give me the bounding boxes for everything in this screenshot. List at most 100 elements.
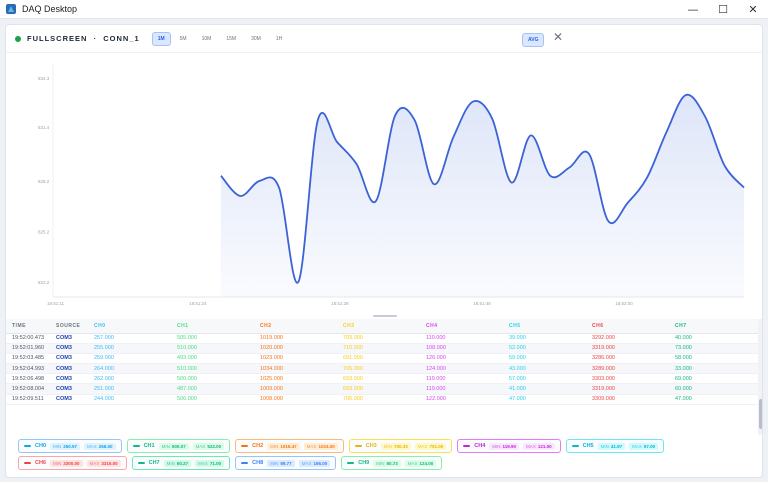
stat-value: 121.00 — [537, 443, 552, 449]
stat-value: 71.00 — [209, 460, 222, 466]
stat-key: MIN — [376, 460, 385, 466]
column-header-source[interactable]: SOURCE — [50, 319, 88, 334]
channel-chip-ch0[interactable]: CH0 MIN 250.97 MAX 266.00 — [18, 439, 122, 453]
table-cell: 3289.000 — [586, 363, 669, 375]
table-cell: 3303.000 — [586, 373, 669, 385]
title-bar: DAQ Desktop — ☐ ✕ — [0, 0, 768, 19]
channel-chip-ch9[interactable]: CH9 MIN 80.73 MAX 124.00 — [341, 456, 443, 470]
table-cell: 39.000 — [503, 333, 586, 344]
resize-handle[interactable] — [373, 315, 397, 317]
range-button-1m[interactable]: 1M — [151, 31, 171, 46]
maximize-button[interactable]: ☐ — [708, 0, 738, 19]
range-button-1h[interactable]: 1H — [270, 32, 288, 46]
channel-chip-ch2[interactable]: CH2 MIN 1016.47 MAX 1024.00 — [235, 439, 344, 453]
table-cell: 510.000 — [171, 363, 254, 375]
avg-toggle-button[interactable]: AVG — [522, 33, 545, 47]
stat-value: 250.97 — [63, 443, 78, 449]
table-cell: 251.000 — [88, 383, 171, 395]
table-cell: 510.000 — [171, 343, 254, 354]
table-row[interactable]: 19:52:08.004 COM3 251.000 487.000 1009.000 69… — [6, 383, 758, 395]
table-cell: 69.000 — [669, 373, 758, 385]
range-button-5m[interactable]: 5M — [174, 32, 193, 46]
column-header-ch4[interactable]: CH4 — [420, 319, 503, 334]
channel-min-badge: MIN 80.73 — [373, 459, 401, 467]
channel-chip-ch4[interactable]: CH4 MIN 119.90 MAX 121.00 — [457, 439, 561, 453]
stat-value: 41.97 — [610, 443, 623, 449]
channel-chip-ch7[interactable]: CH7 MIN 60.27 MAX 71.00 — [131, 456, 231, 470]
column-header-ch5[interactable]: CH5 — [503, 319, 586, 334]
column-header-ch0[interactable]: CH0 — [88, 319, 171, 334]
channel-min-badge: MIN 700.33 — [380, 442, 411, 450]
table-cell: 73.000 — [669, 343, 758, 354]
column-header-ch2[interactable]: CH2 — [254, 319, 337, 334]
stat-value: 701.00 — [429, 443, 444, 449]
range-button-30m[interactable]: 30M — [245, 32, 267, 46]
range-button-15m[interactable]: 15M — [220, 32, 242, 46]
column-header-ch3[interactable]: CH3 — [337, 319, 420, 334]
table-cell: 259.000 — [88, 353, 171, 365]
table-scrollbar-thumb[interactable] — [759, 399, 762, 429]
series-color-swatch — [241, 445, 249, 447]
channel-chip-ch1[interactable]: CH1 MIN 500.07 MAX 522.00 — [126, 439, 231, 453]
table-cell: 693.000 — [337, 373, 420, 385]
channel-name: CH5 — [582, 443, 594, 449]
column-header-time[interactable]: TIME — [6, 319, 50, 334]
stat-key: MIN — [53, 460, 62, 466]
table-cell: 110.000 — [420, 333, 503, 344]
table-scrollbar[interactable] — [758, 319, 762, 435]
table-row[interactable]: 19:52:00.473 COM3 257.000 505.000 1019.000 70… — [6, 333, 758, 344]
series-color-swatch — [347, 462, 355, 464]
table-cell: 1025.000 — [254, 373, 337, 385]
channel-name: CH2 — [252, 443, 264, 449]
table-cell: 3319.000 — [586, 383, 669, 395]
stat-key: MAX — [89, 460, 100, 466]
table-row[interactable]: 19:52:06.498 COM3 262.000 500.000 1025.000 69… — [6, 373, 758, 385]
channel-chip-ch5[interactable]: CH5 MIN 41.97 MAX 57.00 — [565, 439, 665, 453]
series-color-swatch — [571, 445, 579, 447]
channel-name: CH9 — [358, 460, 370, 466]
time-range-group: 1M 5M 10M 15M 30M 1H — [151, 31, 289, 46]
stat-key: MAX — [417, 443, 428, 449]
table-cell: 3286.000 — [586, 353, 669, 365]
stat-key: MIN — [166, 460, 175, 466]
column-header-ch7[interactable]: CH7 — [669, 319, 758, 334]
table-cell: 19:52:01.960 — [6, 343, 50, 354]
close-fullscreen-button[interactable]: ✕ — [553, 30, 563, 44]
stat-value: 522.00 — [207, 443, 222, 449]
column-header-ch6[interactable]: CH6 — [586, 319, 669, 334]
series-color-swatch — [463, 445, 471, 447]
fullscreen-panel: FULLSCREEN · CONN_1 1M 5M 10M 15M 30M 1H AVG … — [5, 24, 763, 478]
table-cell: 47.000 — [503, 394, 586, 405]
channel-max-badge: MAX 121.00 — [523, 442, 555, 450]
table-cell: 264.000 — [88, 363, 171, 375]
minimize-button[interactable]: — — [678, 0, 708, 19]
x-tick-label: 18:51:48 — [473, 301, 491, 306]
channel-name: CH1 — [143, 443, 155, 449]
stat-key: MIN — [270, 443, 279, 449]
series-color-swatch — [241, 462, 249, 464]
range-button-10m[interactable]: 10M — [196, 32, 218, 46]
channel-max-badge: MAX 71.00 — [195, 459, 225, 467]
table-cell: 262.000 — [88, 373, 171, 385]
channel-chip-ch3[interactable]: CH3 MIN 700.33 MAX 701.00 — [348, 439, 453, 453]
table-row[interactable]: 19:52:09.511 COM3 244.000 506.000 1008.000 70… — [6, 394, 758, 405]
chart-area: 822.2 825.2 828.2 831.4 834.3 18:51:11 18:51:2… — [6, 55, 763, 311]
channel-chip-ch6[interactable]: CH6 MIN 3300.00 MAX 3315.00 — [18, 456, 127, 470]
column-header-ch1[interactable]: CH1 — [171, 319, 254, 334]
table-cell: 19:52:08.004 — [6, 383, 50, 395]
table-cell: 1019.000 — [254, 333, 337, 344]
table-row[interactable]: 19:52:04.993 COM3 264.000 510.000 1034.000 70… — [6, 363, 758, 375]
table-cell: 124.000 — [420, 363, 503, 375]
table-row[interactable]: 19:52:03.485 COM3 259.000 493.000 1023.000 69… — [6, 353, 758, 365]
channel-name: CH3 — [365, 443, 377, 449]
channel-min-badge: MIN 3300.00 — [50, 459, 83, 467]
y-tick-label: 828.2 — [38, 179, 50, 184]
live-line-chart[interactable]: 822.2 825.2 828.2 831.4 834.3 18:51:11 18:51:2… — [6, 55, 763, 311]
stat-value: 266.00 — [98, 443, 113, 449]
series-color-swatch — [137, 462, 145, 464]
close-window-button[interactable]: ✕ — [738, 0, 768, 19]
table-row[interactable]: 19:52:01.960 COM3 255.000 510.000 1020.000 71… — [6, 343, 758, 354]
x-tick-label: 18:52:00 — [615, 301, 633, 306]
channel-min-badge: MIN 250.97 — [50, 442, 81, 450]
channel-chip-ch8[interactable]: CH8 MIN 89.77 MAX 166.00 — [235, 456, 337, 470]
